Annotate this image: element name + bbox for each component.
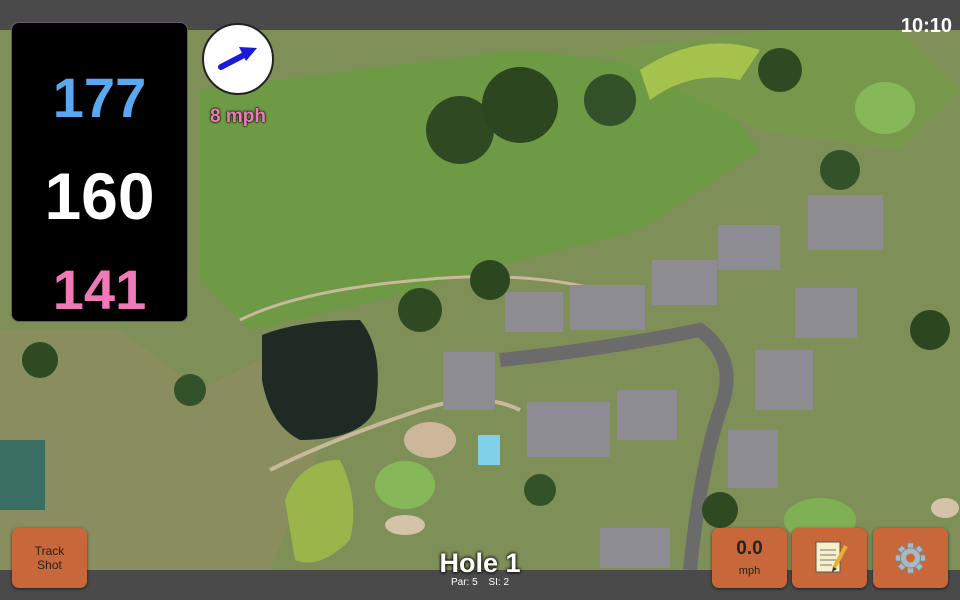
tree-cluster <box>702 492 738 528</box>
building <box>652 260 717 305</box>
swimming-pool <box>478 435 500 465</box>
arrow-right-icon <box>218 47 257 70</box>
wind-speed-value: 0.0 <box>736 538 763 559</box>
building <box>527 402 610 457</box>
building <box>755 350 813 410</box>
building <box>617 390 677 440</box>
building <box>443 352 495 410</box>
gear-icon <box>895 542 926 574</box>
tree-cluster <box>470 260 510 300</box>
building-roof-green <box>0 440 45 510</box>
green-top-right <box>855 82 915 134</box>
track-shot-label-line1: Track <box>34 544 65 558</box>
bunker <box>404 422 456 458</box>
building <box>600 528 670 568</box>
distance-center: 160 <box>44 159 155 233</box>
hole-info: Par: 5 SI: 2 <box>400 577 560 588</box>
building <box>570 285 645 330</box>
wind-speed-unit: mph <box>738 565 761 577</box>
distance-back: 177 <box>52 66 147 129</box>
track-shot-label-line2: Shot <box>37 558 62 572</box>
building <box>718 225 780 270</box>
tree-cluster <box>758 48 802 92</box>
notepad-icon <box>815 541 848 573</box>
wind-speed-label: 8 mph <box>210 106 266 127</box>
notes-button[interactable] <box>792 528 867 588</box>
tree-cluster <box>482 67 558 143</box>
tree-cluster <box>22 342 58 378</box>
distance-panel: 177 160 141 <box>11 22 188 322</box>
hole-par: Par: 5 <box>450 577 478 588</box>
bunker-2 <box>385 515 425 535</box>
settings-button[interactable] <box>873 528 948 588</box>
bunker-3 <box>931 498 959 518</box>
tree-cluster <box>524 474 556 506</box>
wind-direction-indicator <box>202 23 274 95</box>
track-shot-button[interactable]: Track Shot <box>12 528 87 588</box>
tree-cluster <box>174 374 206 406</box>
building <box>808 195 883 250</box>
hole-title: Hole 1 <box>439 548 521 578</box>
building <box>728 430 778 488</box>
tree-cluster <box>820 150 860 190</box>
tree-cluster <box>584 74 636 126</box>
hole-stroke-index: SI: 2 <box>488 577 510 588</box>
building <box>505 292 563 332</box>
tree-cluster <box>910 310 950 350</box>
building <box>795 288 857 338</box>
wind-speed-button[interactable]: 0.0 mph <box>712 528 787 588</box>
pond <box>262 320 378 440</box>
green-bottom <box>375 461 435 509</box>
tree-cluster <box>398 288 442 332</box>
clock: 10:10 <box>900 15 952 37</box>
distance-front: 141 <box>52 258 147 321</box>
